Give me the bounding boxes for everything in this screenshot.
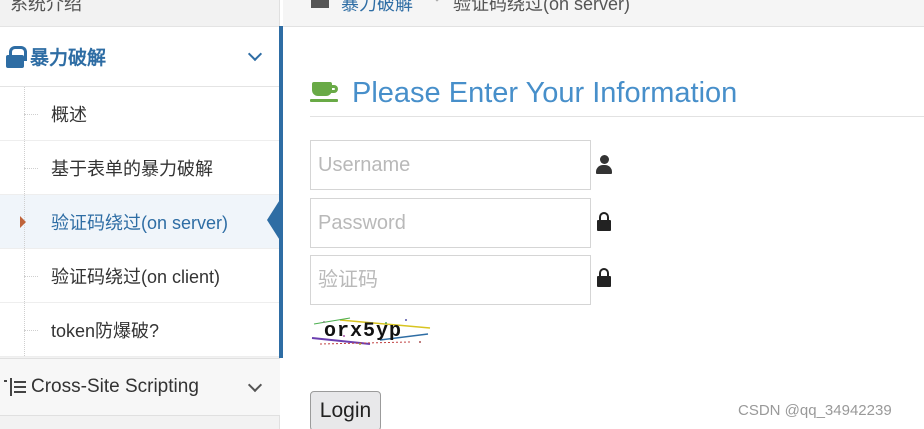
password-input[interactable] bbox=[310, 198, 591, 248]
lock-icon bbox=[596, 212, 612, 232]
breadcrumb-current: 验证码绕过(on server) bbox=[453, 0, 631, 14]
chevron-down-icon bbox=[247, 46, 263, 62]
sidebar-item-overview[interactable]: 概述 bbox=[0, 87, 280, 141]
sidebar-item-label: token防爆破? bbox=[51, 320, 160, 341]
captcha-text: orx5yp bbox=[324, 320, 402, 343]
sidebar-item-captcha-bypass-client[interactable]: 验证码绕过(on client) bbox=[0, 249, 280, 303]
sidebar-item-label: 系统介绍 bbox=[10, 0, 82, 14]
sidebar-item-intro[interactable]: 系统介绍 bbox=[0, 0, 280, 18]
login-button[interactable]: Login bbox=[310, 391, 381, 429]
captcha-image[interactable]: orx5yp bbox=[310, 314, 432, 348]
breadcrumb-link[interactable]: 暴力破解 bbox=[341, 0, 413, 16]
list-icon bbox=[4, 378, 26, 396]
page-header: Please Enter Your Information bbox=[310, 70, 924, 117]
coffee-cup-icon bbox=[310, 80, 340, 106]
watermark: CSDN @qq_34942239 bbox=[738, 402, 892, 419]
user-icon bbox=[596, 155, 612, 175]
active-item-pointer bbox=[267, 198, 281, 242]
caret-right-icon bbox=[20, 216, 26, 228]
sidebar-item-label: 验证码绕过(on server) bbox=[51, 212, 229, 233]
sidebar-item-captcha-bypass-server[interactable]: 验证码绕过(on server) bbox=[0, 195, 280, 249]
sidebar-item-form-brute-force[interactable]: 基于表单的暴力破解 bbox=[0, 141, 280, 195]
lock-icon bbox=[6, 45, 27, 68]
sidebar-item-token-anti-brute[interactable]: token防爆破? bbox=[0, 303, 280, 357]
sidebar-section-brute-force[interactable]: 暴力破解 bbox=[0, 26, 280, 87]
active-section-bar bbox=[279, 26, 283, 358]
sidebar-section-label: 暴力破解 bbox=[30, 48, 107, 69]
sidebar: 系统介绍 暴力破解 概述 基于表单的暴力破解 验证码绕过(on server) … bbox=[0, 0, 280, 429]
sidebar-item-label: 基于表单的暴力破解 bbox=[51, 158, 213, 179]
username-input[interactable] bbox=[310, 140, 591, 190]
sidebar-item-label: 验证码绕过(on client) bbox=[51, 266, 221, 287]
breadcrumb: 暴力破解 验证码绕过(on server) bbox=[283, 0, 924, 27]
lock-icon bbox=[596, 268, 612, 288]
page-title: Please Enter Your Information bbox=[352, 76, 738, 109]
sidebar-section-label: Cross-Site Scripting bbox=[31, 376, 199, 397]
captcha-input[interactable] bbox=[310, 255, 591, 305]
sidebar-section-xss[interactable]: Cross-Site Scripting bbox=[0, 358, 280, 416]
chevron-down-icon bbox=[247, 377, 263, 393]
home-icon[interactable] bbox=[311, 0, 329, 8]
sidebar-item-label: 概述 bbox=[51, 104, 87, 125]
chevron-right-icon bbox=[431, 0, 443, 2]
